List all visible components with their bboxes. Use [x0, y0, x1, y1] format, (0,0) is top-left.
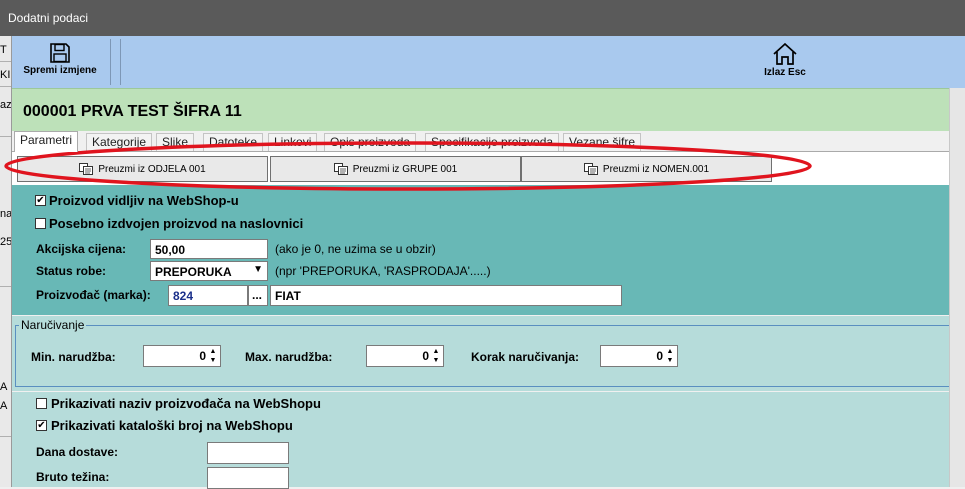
- spin-arrows-icon: ▲ ▼: [432, 348, 440, 364]
- strip-text: 25: [0, 236, 11, 248]
- visible-label: Proizvod vidljiv na WebShop-u: [49, 193, 239, 208]
- gross-weight-input[interactable]: [207, 467, 289, 489]
- min-order-stepper[interactable]: 0 ▲ ▼: [143, 345, 221, 367]
- status-label: Status robe:: [36, 264, 107, 278]
- fetch-buttons-bar: Preuzmi iz ODJELA 001 Preuzmi iz GRUPE 0…: [12, 151, 949, 186]
- spin-arrows-icon: ▲ ▼: [666, 348, 674, 364]
- max-order-stepper[interactable]: 0 ▲ ▼: [366, 345, 444, 367]
- background-window-strip: T KI az na 25 A A: [0, 36, 12, 487]
- document-copy-icon: [79, 163, 94, 175]
- ordering-title: Naručivanje: [19, 318, 87, 332]
- tab-linkovi[interactable]: Linkovi: [268, 133, 318, 151]
- toolbar-separator: [110, 39, 111, 85]
- strip-text: na: [0, 208, 11, 220]
- order-step-stepper[interactable]: 0 ▲ ▼: [600, 345, 678, 367]
- home-icon: [773, 42, 797, 65]
- max-order-value: 0: [422, 349, 429, 363]
- page-title: 000001 PRVA TEST ŠIFRA 11: [23, 103, 242, 120]
- order-step-label: Korak naručivanja:: [471, 350, 580, 364]
- spin-arrows-icon: ▲ ▼: [209, 348, 217, 364]
- floppy-disk-icon: [50, 43, 70, 63]
- min-order-value: 0: [199, 349, 206, 363]
- manufacturer-name-field: FIAT: [270, 285, 622, 306]
- vertical-scrollbar[interactable]: [949, 88, 965, 487]
- status-select-value: PREPORUKA: [155, 265, 232, 279]
- fetch-group-label: Preuzmi iz GRUPE 001: [352, 163, 458, 175]
- tab-kategorije[interactable]: Kategorije: [86, 133, 153, 151]
- tab-parametri[interactable]: Parametri: [14, 131, 79, 152]
- show-catalog-label: Prikazivati kataloški broj na WebShopu: [51, 418, 293, 433]
- window-title: Dodatni podaci: [8, 11, 89, 25]
- manufacturer-code-input[interactable]: 824: [168, 285, 248, 306]
- fetch-group-button[interactable]: Preuzmi iz GRUPE 001: [270, 156, 521, 182]
- tab-slike[interactable]: Slike: [156, 133, 195, 151]
- save-button[interactable]: Spremi izmjene: [12, 36, 108, 88]
- tab-vezane-sifre[interactable]: Vezane šifre: [563, 133, 642, 151]
- delivery-days-input[interactable]: [207, 442, 289, 464]
- visible-checkbox[interactable]: ✔: [35, 195, 46, 206]
- fetch-nomenclature-button[interactable]: Preuzmi iz NOMEN.001: [521, 156, 772, 182]
- featured-label: Posebno izdvojen proizvod na naslovnici: [49, 216, 304, 231]
- strip-text: A: [0, 400, 8, 412]
- min-order-label: Min. narudžba:: [31, 350, 116, 364]
- gross-weight-label: Bruto težina:: [36, 470, 110, 484]
- tab-specifikacije[interactable]: Specifikacije proizvoda: [425, 133, 560, 151]
- action-price-input[interactable]: 50,00: [150, 239, 268, 259]
- show-manufacturer-label: Prikazivati naziv proizvođača na WebShop…: [51, 396, 321, 411]
- status-note: (npr 'PREPORUKA, 'RASPRODAJA'.....): [275, 264, 491, 278]
- chevron-down-icon: ▼: [253, 264, 263, 275]
- manufacturer-label: Proizvođač (marka):: [36, 288, 151, 302]
- fetch-department-button[interactable]: Preuzmi iz ODJELA 001: [17, 156, 268, 182]
- delivery-days-label: Dana dostave:: [36, 445, 119, 459]
- action-price-label: Akcijska cijena:: [36, 242, 127, 256]
- window-titlebar: Dodatni podaci: [0, 0, 965, 36]
- order-step-value: 0: [656, 349, 663, 363]
- strip-text: az: [0, 99, 11, 111]
- show-catalog-checkbox[interactable]: ✔: [36, 420, 47, 431]
- action-price-note: (ako je 0, ne uzima se u obzir): [275, 242, 436, 256]
- max-order-label: Max. narudžba:: [245, 350, 333, 364]
- document-copy-icon: [583, 163, 598, 175]
- save-label: Spremi izmjene: [23, 65, 97, 76]
- tab-strip: Parametri Kategorije Slike Datoteke Link…: [12, 131, 949, 152]
- tab-datoteke[interactable]: Datoteke: [203, 133, 264, 151]
- exit-label: Izlaz Esc: [764, 67, 806, 78]
- toolbar-separator: [120, 39, 121, 85]
- status-select[interactable]: PREPORUKA ▼: [150, 261, 268, 281]
- fetch-department-label: Preuzmi iz ODJELA 001: [98, 163, 206, 175]
- strip-text: T: [0, 44, 7, 56]
- manufacturer-browse-button[interactable]: ...: [248, 285, 268, 306]
- toolbar: Spremi izmjene Izlaz Esc: [12, 36, 965, 89]
- webshop-parameters-panel: ✔ Proizvod vidljiv na WebShop-u Posebno …: [12, 185, 949, 315]
- tab-opis-proizvoda[interactable]: Opis proizvoda: [324, 133, 417, 151]
- document-copy-icon: [333, 163, 348, 175]
- record-header: 000001 PRVA TEST ŠIFRA 11: [12, 88, 965, 132]
- fetch-nomenclature-label: Preuzmi iz NOMEN.001: [602, 163, 710, 175]
- show-manufacturer-checkbox[interactable]: [36, 398, 47, 409]
- strip-text: KI: [0, 69, 11, 81]
- featured-checkbox[interactable]: [35, 218, 46, 229]
- exit-button[interactable]: Izlaz Esc: [745, 36, 825, 88]
- strip-text: A: [0, 381, 8, 393]
